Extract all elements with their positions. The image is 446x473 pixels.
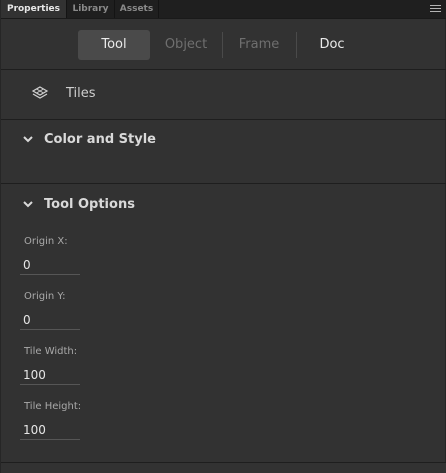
color-and-style-header[interactable]: Color and Style (1, 120, 446, 160)
tiles-icon (31, 86, 49, 99)
origin-y-input[interactable] (20, 310, 80, 330)
tool-options-header[interactable]: Tool Options (1, 185, 446, 225)
mode-selector: Tool Object Frame Doc (1, 19, 446, 70)
section-title: Tool Options (44, 197, 135, 212)
tab-assets[interactable]: Assets (115, 0, 159, 18)
tab-properties[interactable]: Properties (1, 0, 67, 18)
tile-height-label: Tile Height: (24, 401, 82, 412)
panel-tab-strip: Properties Library Assets (1, 0, 446, 19)
tool-mode-button[interactable]: Tool (78, 30, 150, 60)
origin-x-label: Origin X: (24, 236, 68, 247)
next-section-edge (1, 463, 446, 473)
tab-library[interactable]: Library (67, 0, 115, 18)
color-and-style-section: Color and Style (1, 120, 446, 184)
object-mode-button[interactable]: Object (151, 30, 221, 60)
origin-y-label: Origin Y: (24, 291, 66, 302)
chevron-down-icon[interactable] (22, 134, 34, 144)
tool-name-label: Tiles (66, 86, 96, 101)
hamburger-icon[interactable] (430, 5, 441, 13)
frame-mode-button[interactable]: Frame (223, 30, 295, 60)
chevron-down-icon[interactable] (22, 199, 34, 209)
section-title: Color and Style (44, 132, 156, 147)
tool-options-section: Tool Options Origin X: Origin Y: Tile Wi… (1, 185, 446, 463)
current-tool-row: Tiles (1, 70, 446, 120)
origin-x-input[interactable] (20, 255, 80, 275)
tile-width-input[interactable] (20, 365, 80, 385)
properties-panel: Properties Library Assets Tool Object Fr… (0, 0, 446, 473)
doc-mode-button[interactable]: Doc (297, 30, 367, 60)
tile-height-input[interactable] (20, 420, 80, 440)
tile-width-label: Tile Width: (24, 346, 78, 357)
